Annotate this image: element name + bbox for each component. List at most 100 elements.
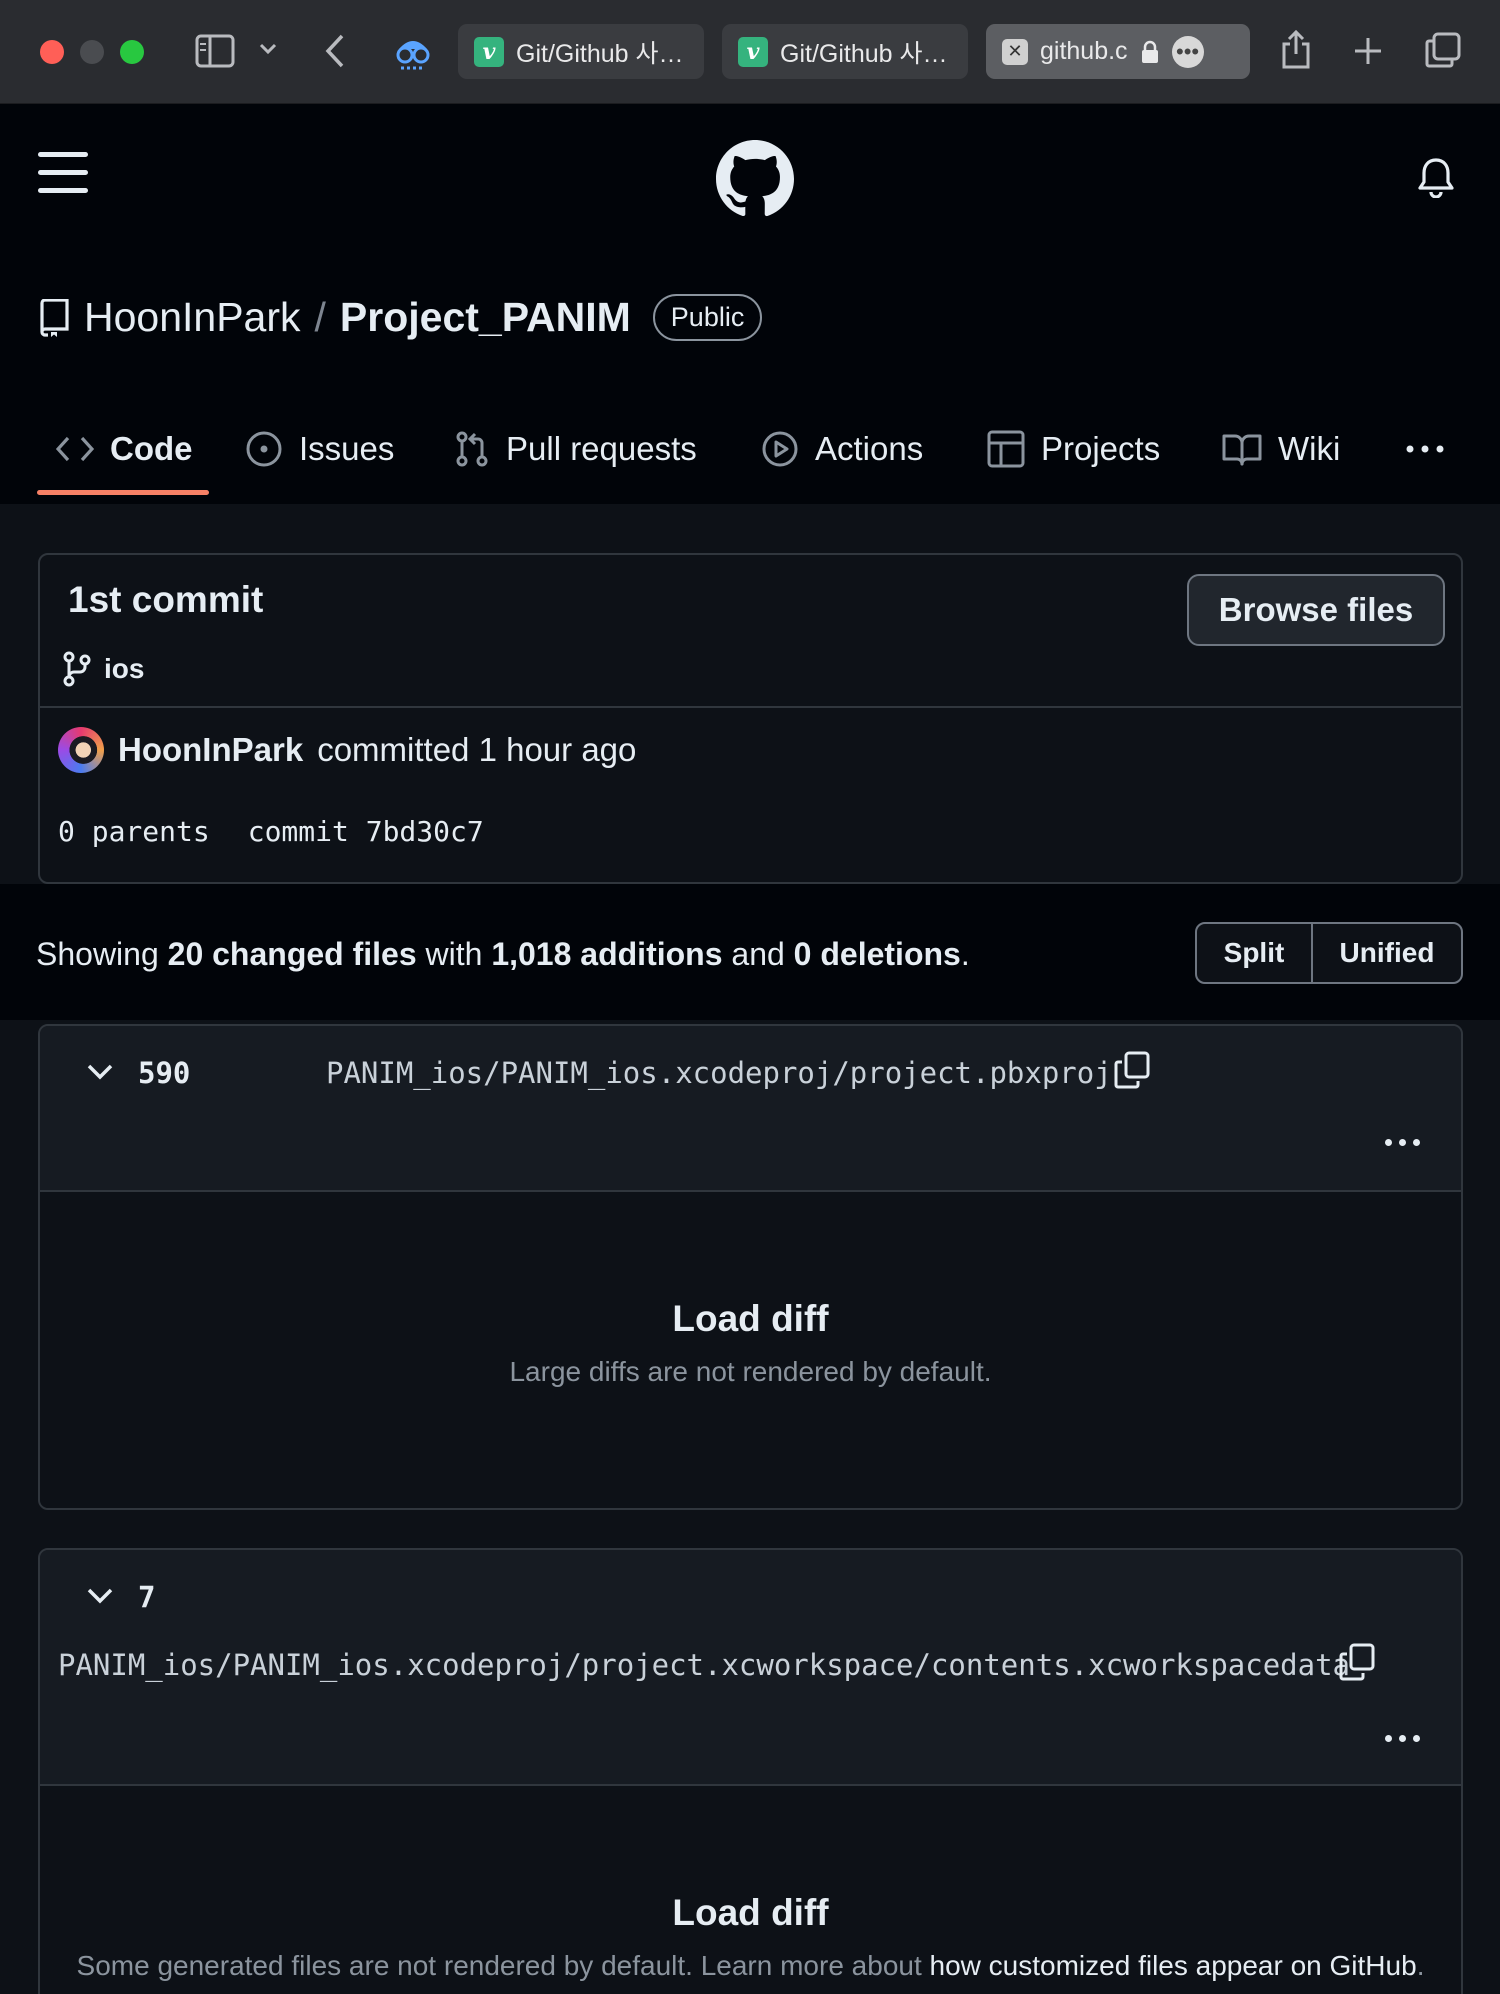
commit-summary-box: 1st commit ios Browse files HoonInPark c…	[38, 553, 1463, 884]
visibility-badge: Public	[652, 294, 763, 341]
repo-icon	[40, 298, 69, 337]
file-path-link[interactable]: PANIM_ios/PANIM_ios.xcodeproj/project.xc…	[58, 1648, 1350, 1682]
tab-pull-requests-label: Pull requests	[506, 430, 697, 467]
copy-icon[interactable]	[1113, 1050, 1151, 1090]
diff-summary-text: Showing 20 changed files with 1,018 addi…	[36, 936, 970, 973]
repo-separator: /	[314, 294, 326, 340]
tab-issues[interactable]: Issues	[245, 404, 394, 494]
file-diff-card: 7 PANIM_ios/PANIM_ios.xcodeproj/project.…	[38, 1548, 1463, 1994]
diff-summary-bar: Showing 20 changed files with 1,018 addi…	[0, 884, 1500, 1020]
play-circle-icon	[762, 431, 798, 467]
repo-owner-link[interactable]: HoonInPark	[84, 294, 301, 341]
v-favicon-icon: v	[474, 36, 504, 67]
commit-time-text: committed 1 hour ago	[317, 731, 637, 768]
commit-author-row: HoonInPark committed 1 hour ago	[58, 727, 636, 773]
browse-files-button[interactable]: Browse files	[1187, 574, 1445, 646]
file-diff-card: 590 PANIM_ios/PANIM_ios.xcodeproj/projec…	[38, 1024, 1463, 1510]
minimize-window-button[interactable]	[80, 40, 104, 64]
tab-overview-icon[interactable]	[1424, 31, 1462, 69]
split-view-button[interactable]: Split	[1197, 924, 1313, 982]
selected-tab-indicator	[37, 490, 209, 495]
zoom-window-button[interactable]	[120, 40, 144, 64]
privacy-report-icon[interactable]	[393, 31, 433, 73]
file-path-link[interactable]: PANIM_ios/PANIM_ios.xcodeproj/project.pb…	[326, 1056, 1112, 1090]
summary-with: with	[416, 936, 492, 972]
avatar[interactable]	[58, 727, 104, 773]
browser-tab-active[interactable]: ✕ github.c •••	[986, 24, 1250, 79]
chevron-down-icon[interactable]	[86, 1062, 114, 1082]
close-tab-icon[interactable]: ✕	[1002, 38, 1028, 65]
repo-nav: Code Issues Pull requests Actions Projec…	[0, 404, 1500, 502]
file-header: 590 PANIM_ios/PANIM_ios.xcodeproj/projec…	[40, 1026, 1461, 1192]
tab-actions[interactable]: Actions	[761, 404, 923, 494]
repo-header: HoonInPark / Project_PANIM Public Code I…	[0, 254, 1500, 504]
tab-wiki[interactable]: Wiki	[1222, 404, 1340, 494]
tab-actions-label: Actions	[815, 430, 924, 467]
load-diff-button[interactable]: Load diff	[40, 1892, 1461, 1934]
tab-projects[interactable]: Projects	[987, 404, 1160, 494]
v-favicon-icon: v	[738, 36, 768, 67]
repo-title: HoonInPark / Project_PANIM Public	[38, 294, 763, 341]
close-window-button[interactable]	[40, 40, 64, 64]
lock-icon	[1141, 40, 1158, 63]
load-diff-button[interactable]: Load diff	[40, 1298, 1461, 1340]
file-options-kebab-icon[interactable]	[1385, 1139, 1420, 1146]
file-options-kebab-icon[interactable]	[1385, 1735, 1420, 1742]
summary-suffix: .	[960, 936, 970, 972]
tab-projects-label: Projects	[1041, 430, 1161, 467]
browser-tab-1[interactable]: v Git/Github 사…	[458, 24, 704, 79]
branch-link[interactable]: ios	[62, 651, 144, 687]
share-icon[interactable]	[1280, 28, 1312, 70]
load-diff-note: Some generated files are not rendered by…	[40, 1950, 1461, 1982]
customized-files-link[interactable]: how customized files appear on GitHub	[930, 1950, 1417, 1981]
more-tabs-button[interactable]	[1405, 404, 1445, 494]
tab-label: Git/Github 사…	[780, 39, 948, 68]
browser-toolbar: v Git/Github 사… v Git/Github 사… ✕ github…	[0, 0, 1500, 104]
additions-count: 1,018 additions	[491, 936, 723, 972]
tab-wiki-label: Wiki	[1278, 430, 1341, 467]
load-diff-note: Large diffs are not rendered by default.	[509, 1356, 992, 1387]
sidebar-toggle-icon[interactable]	[195, 34, 235, 68]
branch-name: ios	[104, 653, 145, 684]
hamburger-menu-icon[interactable]	[38, 152, 88, 194]
summary-and: and	[722, 936, 794, 972]
diff-view-toggle: Split Unified	[1195, 922, 1463, 984]
git-branch-icon	[63, 651, 91, 687]
copy-icon[interactable]	[1338, 1642, 1376, 1682]
tab-label: github.c	[1040, 37, 1128, 65]
back-arrow-icon[interactable]	[324, 33, 346, 69]
repo-name-link[interactable]: Project_PANIM	[340, 294, 631, 341]
note-period: .	[1416, 1950, 1425, 1981]
author-link[interactable]: HoonInPark	[118, 731, 303, 769]
page-menu-icon[interactable]: •••	[1171, 35, 1204, 68]
code-icon	[56, 436, 94, 462]
chevron-down-icon[interactable]	[86, 1586, 114, 1606]
diff-line-count: 7	[138, 1580, 156, 1614]
github-logo-icon[interactable]	[716, 140, 794, 218]
tab-pull-requests[interactable]: Pull requests	[454, 404, 697, 494]
tab-code-label: Code	[110, 430, 193, 467]
new-tab-icon[interactable]	[1353, 36, 1383, 66]
tab-label: Git/Github 사…	[516, 39, 684, 68]
browser-tab-2[interactable]: v Git/Github 사…	[722, 24, 968, 79]
deletions-count: 0 deletions	[793, 936, 961, 972]
book-icon	[1222, 434, 1262, 466]
generated-files-note: Some generated files are not rendered by…	[76, 1950, 930, 1981]
file-header: 7 PANIM_ios/PANIM_ios.xcodeproj/project.…	[40, 1550, 1461, 1786]
summary-prefix: Showing	[36, 936, 168, 972]
unified-view-button[interactable]: Unified	[1313, 924, 1461, 982]
issue-opened-icon	[246, 431, 282, 467]
parents-count: 0 parents	[58, 815, 210, 848]
pull-request-icon	[456, 431, 488, 467]
chevron-down-icon[interactable]	[258, 42, 278, 56]
table-icon	[987, 430, 1025, 468]
commit-meta: 0 parents commit 7bd30c7	[58, 815, 484, 848]
divider	[40, 706, 1461, 708]
notification-bell-icon[interactable]	[1416, 156, 1456, 198]
commit-title: 1st commit	[68, 579, 264, 620]
kebab-horizontal-icon	[1406, 445, 1444, 453]
changed-files-count: 20 changed files	[167, 936, 417, 972]
file-diff-body: Load diff Large diffs are not rendered b…	[40, 1192, 1461, 1508]
commit-hash[interactable]: commit 7bd30c7	[248, 815, 484, 848]
tab-code[interactable]: Code	[56, 404, 193, 494]
